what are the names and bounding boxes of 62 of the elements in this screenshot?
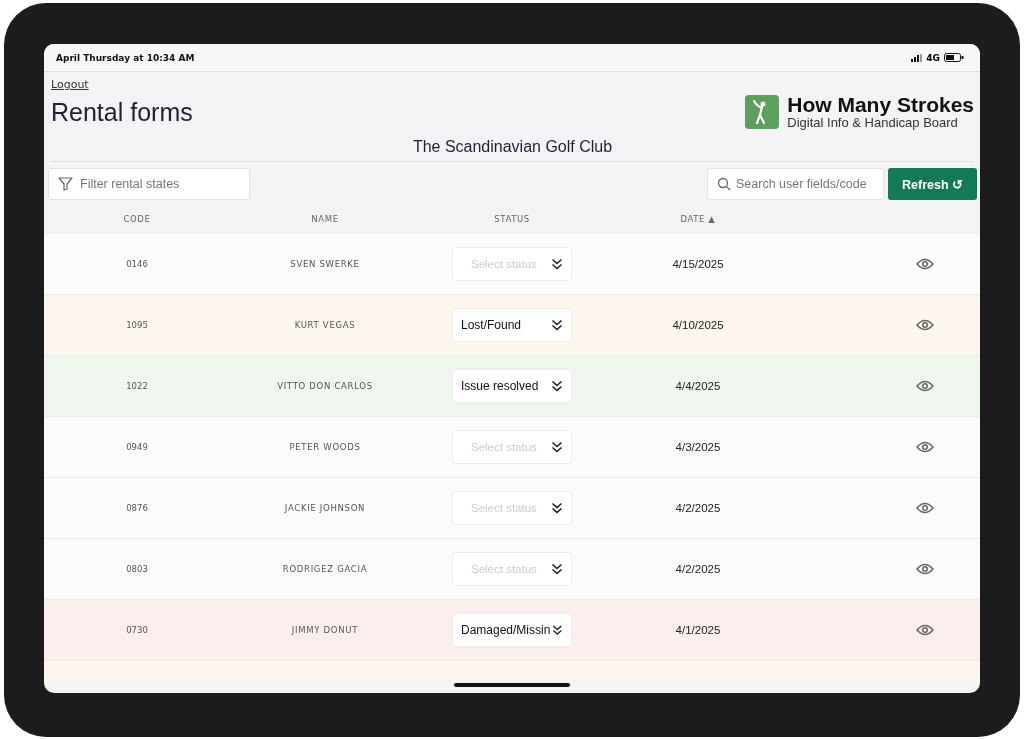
column-header[interactable]: DATE ▲ <box>680 214 716 224</box>
network-label: 4G <box>926 52 940 63</box>
date-cell: 4/4/2025 <box>675 380 721 392</box>
eye-icon <box>916 502 934 514</box>
logout-link[interactable]: Logout <box>51 78 89 91</box>
view-button[interactable] <box>914 439 936 455</box>
view-button[interactable] <box>914 317 936 333</box>
club-name: The Scandinavian Golf Club <box>51 138 974 162</box>
code-cell: 0146 <box>126 259 148 269</box>
name-cell: KURT VEGAS <box>294 320 356 330</box>
status-time: April Thursday at 10:34 AM <box>56 52 195 63</box>
eye-icon <box>916 441 934 453</box>
code-cell: 1095 <box>126 320 148 330</box>
golfer-logo-icon <box>745 95 780 129</box>
date-cell: 4/3/2025 <box>675 441 721 453</box>
name-cell: JIMMY DONUT <box>291 625 359 635</box>
name-cell: RODRIGEZ GACIA <box>282 564 368 574</box>
date-cell: 4/2/2025 <box>675 502 721 514</box>
code-cell: 1022 <box>126 381 148 391</box>
status-dropdown[interactable]: Damaged/Missin <box>452 613 572 647</box>
column-header[interactable]: CODE <box>123 214 151 224</box>
view-button[interactable] <box>914 561 936 577</box>
double-chevron-icon <box>551 319 563 331</box>
search-field[interactable]: Search user fields/code <box>707 168 884 200</box>
eye-icon <box>916 258 934 270</box>
code-cell: 0730 <box>126 625 148 635</box>
double-chevron-icon <box>551 563 563 575</box>
filter-field[interactable]: Filter rental states <box>48 168 250 200</box>
eye-icon <box>916 319 934 331</box>
eye-icon <box>916 624 934 636</box>
eye-icon <box>916 563 934 575</box>
date-cell: 4/1/2025 <box>675 624 721 636</box>
date-cell: 4/2/2025 <box>675 563 721 575</box>
eye-icon <box>916 380 934 392</box>
status-dropdown[interactable]: Lost/Found <box>452 308 572 342</box>
column-header[interactable]: STATUS <box>494 214 530 224</box>
code-cell: 0876 <box>126 503 148 513</box>
double-chevron-icon <box>552 624 563 636</box>
status-dropdown[interactable]: Issue resolved <box>452 369 572 403</box>
brand-tagline: Digital Info & Handicap Board <box>787 116 959 130</box>
double-chevron-icon <box>551 380 563 392</box>
refresh-button[interactable]: Refresh ↺ <box>888 168 977 200</box>
double-chevron-icon <box>551 441 563 453</box>
view-button[interactable] <box>914 622 936 638</box>
code-cell: 0949 <box>126 442 148 452</box>
column-header[interactable]: NAME <box>311 214 339 224</box>
battery-icon <box>944 53 964 62</box>
signal-icon <box>911 53 923 62</box>
date-cell: 4/15/2025 <box>672 258 724 270</box>
code-cell: 0803 <box>126 564 148 574</box>
double-chevron-icon <box>551 502 563 514</box>
brand-name: How Many Strokes <box>787 94 974 116</box>
page-title: Rental forms <box>51 97 193 127</box>
view-button[interactable] <box>914 378 936 394</box>
name-cell: SVEN SWERKE <box>290 259 360 269</box>
name-cell: VITTO DON CARLOS <box>277 381 373 391</box>
double-chevron-icon <box>551 258 563 270</box>
name-cell: PETER WOODS <box>289 442 361 452</box>
name-cell: JACKIE JOHNSON <box>284 503 366 513</box>
view-button[interactable] <box>914 256 936 272</box>
date-cell: 4/10/2025 <box>672 319 724 331</box>
view-button[interactable] <box>914 500 936 516</box>
